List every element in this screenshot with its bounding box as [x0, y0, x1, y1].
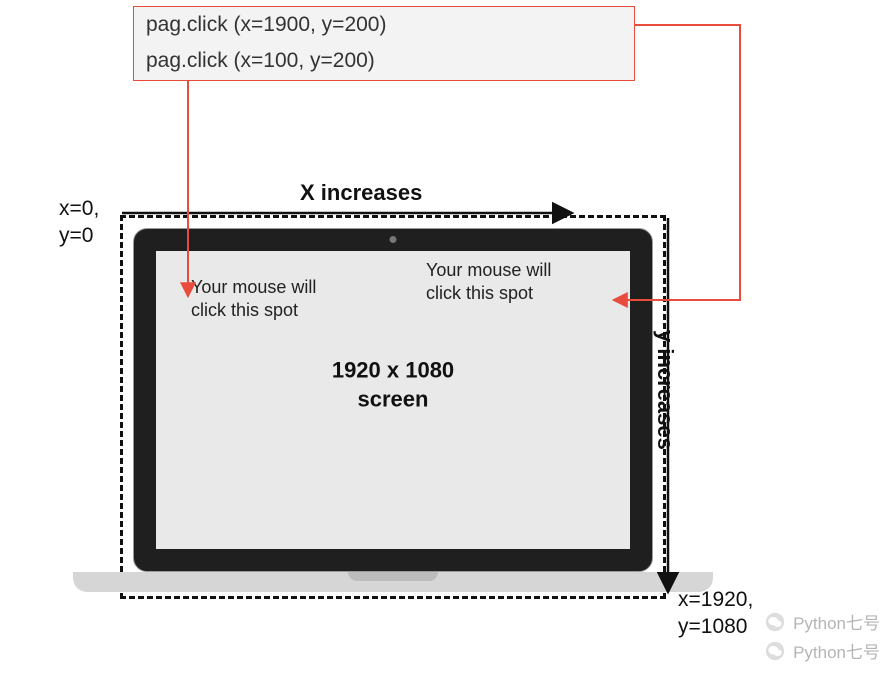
laptop-base — [73, 572, 713, 592]
end-label: x=1920, y=1080 — [678, 586, 753, 641]
watermark-line-1: Python七号 — [765, 609, 880, 634]
hint-right-line1: Your mouse will — [426, 259, 551, 282]
hint-left-line1: Your mouse will — [191, 276, 316, 299]
laptop-screen: Your mouse will click this spot Your mou… — [156, 251, 630, 549]
laptop-notch — [348, 572, 438, 581]
watermarks: Python七号 Python七号 — [765, 605, 880, 663]
origin-x: x=0, — [59, 195, 99, 222]
origin-y: y=0 — [59, 222, 99, 249]
resolution-line2: screen — [332, 385, 454, 414]
screen-resolution-text: 1920 x 1080 screen — [332, 357, 454, 414]
hint-right: Your mouse will click this spot — [426, 259, 551, 306]
code-callout-2: pag.click (x=100, y=200) — [133, 43, 635, 81]
origin-label: x=0, y=0 — [59, 195, 99, 250]
resolution-line1: 1920 x 1080 — [332, 357, 454, 386]
watermark-text-2: Python七号 — [793, 638, 880, 663]
end-x: x=1920, — [678, 586, 753, 613]
watermark-line-2: Python七号 — [765, 638, 880, 663]
laptop-body: Your mouse will click this spot Your mou… — [133, 228, 653, 572]
x-increases-label: X increases — [300, 180, 422, 206]
wechat-icon — [765, 612, 785, 632]
hint-left-line2: click this spot — [191, 299, 316, 322]
wechat-icon — [765, 641, 785, 661]
code-callout-1: pag.click (x=1900, y=200) — [133, 6, 635, 44]
end-y: y=1080 — [678, 613, 753, 640]
hint-left: Your mouse will click this spot — [191, 276, 316, 323]
camera-dot — [390, 236, 397, 243]
watermark-text-1: Python七号 — [793, 609, 880, 634]
hint-right-line2: click this spot — [426, 282, 551, 305]
